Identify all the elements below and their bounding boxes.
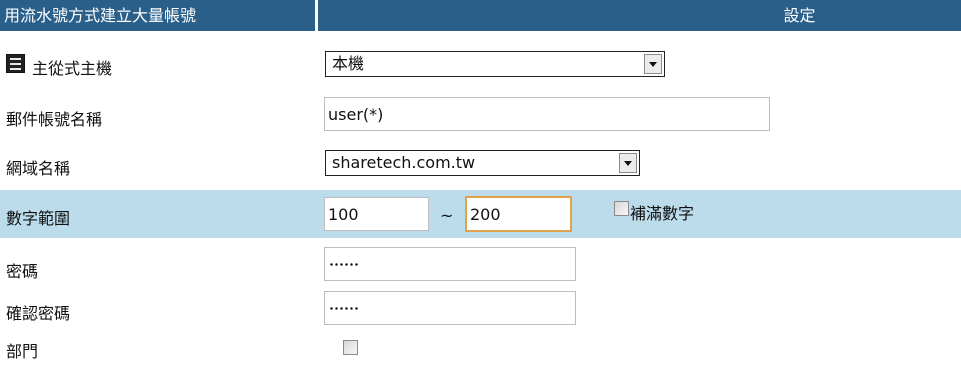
confirm-password-row: 確認密碼: [0, 286, 961, 328]
confirm-password-mask: [329, 307, 360, 310]
host-label: 主從式主機: [32, 59, 113, 78]
range-separator: ~: [440, 206, 454, 225]
domain-select[interactable]: sharetech.com.tw: [325, 150, 640, 176]
department-checkbox[interactable]: [343, 340, 358, 355]
number-range-row: 數字範圍 ~ 補滿數字: [0, 190, 961, 238]
domain-select-value: sharetech.com.tw: [332, 153, 476, 172]
domain-row: 網域名稱 sharetech.com.tw: [0, 142, 961, 182]
range-from-input[interactable]: [324, 197, 429, 231]
department-row: 部門: [0, 330, 961, 366]
domain-label: 網域名稱: [6, 159, 71, 178]
chevron-down-icon[interactable]: [619, 153, 637, 173]
confirm-password-label: 確認密碼: [6, 304, 71, 323]
batch-account-form: 用流水號方式建立大量帳號 設定 主從式主機 本機 郵件帳號名稱 網域名稱 sha…: [0, 0, 961, 366]
host-select[interactable]: 本機: [325, 51, 665, 77]
server-icon: [6, 54, 25, 73]
chevron-down-icon[interactable]: [644, 54, 662, 74]
settings-label: 設定: [783, 6, 816, 25]
mail-account-row: 郵件帳號名稱: [0, 92, 961, 136]
pad-digits-label: 補滿數字: [630, 204, 695, 223]
password-label: 密碼: [6, 262, 39, 281]
form-title: 用流水號方式建立大量帳號: [0, 0, 315, 31]
confirm-password-input[interactable]: [324, 291, 576, 325]
pad-digits-checkbox[interactable]: [614, 201, 629, 216]
host-row: 主從式主機 本機: [0, 44, 961, 84]
mail-account-label: 郵件帳號名稱: [6, 110, 103, 129]
form-header: 用流水號方式建立大量帳號 設定: [0, 0, 961, 31]
department-label: 部門: [6, 342, 39, 361]
host-select-value: 本機: [332, 54, 365, 73]
settings-header: 設定: [318, 0, 961, 31]
number-range-label: 數字範圍: [6, 209, 71, 228]
password-input[interactable]: [324, 247, 576, 281]
password-mask: [329, 263, 360, 266]
range-to-input[interactable]: [465, 196, 572, 232]
password-row: 密碼: [0, 244, 961, 286]
mail-account-input[interactable]: [324, 97, 770, 131]
